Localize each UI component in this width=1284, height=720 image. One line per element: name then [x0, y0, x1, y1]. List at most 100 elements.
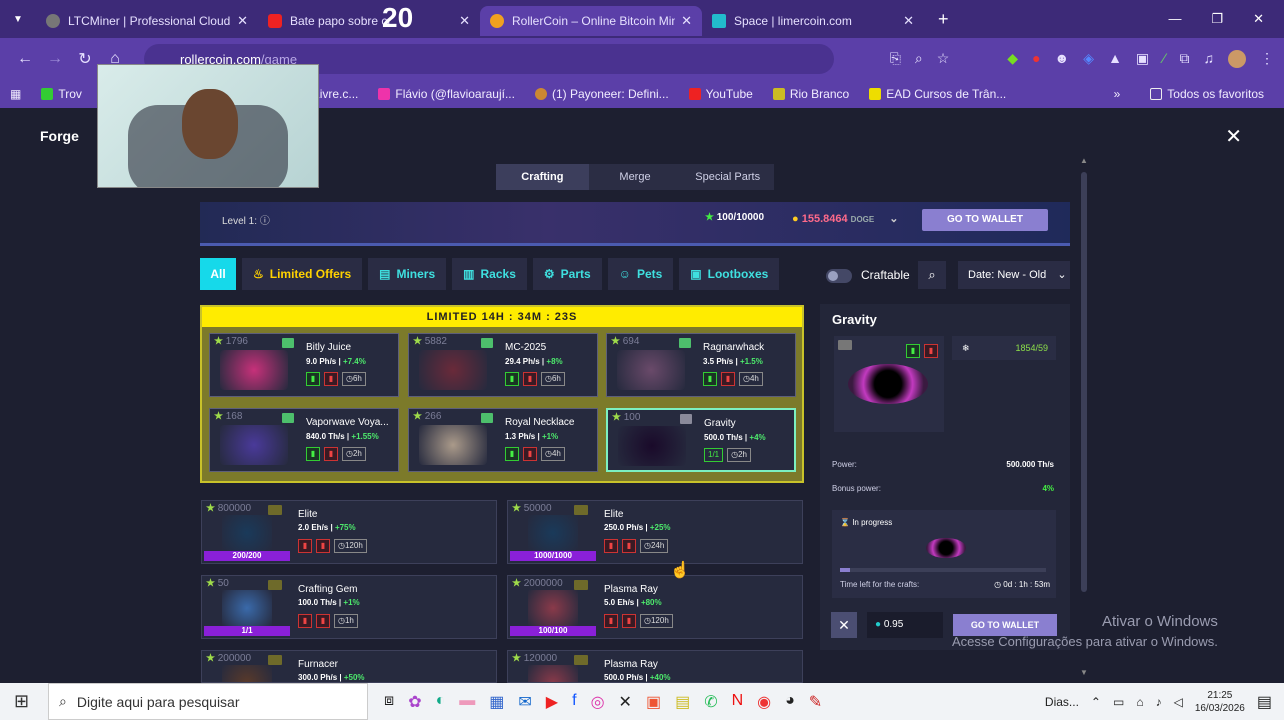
- netflix-icon[interactable]: N: [732, 692, 744, 712]
- filter-miners[interactable]: ▤ Miners: [368, 258, 447, 290]
- extension-icon[interactable]: ▣: [1136, 50, 1149, 68]
- craft-item-card[interactable]: ★ 50000 1000/1000 Elite 250.0 Ph/s | +25…: [507, 500, 803, 564]
- edge-icon[interactable]: ◐: [436, 692, 446, 712]
- craft-item-card[interactable]: ★ 2000000 100/100 Plasma Ray 5.0 Eh/s | …: [507, 575, 803, 639]
- extension-icon[interactable]: ◆: [1007, 50, 1018, 68]
- amount-field[interactable]: ● 0.95: [867, 612, 943, 638]
- coin-icon: ●: [792, 213, 799, 225]
- close-tab-icon[interactable]: ✕: [459, 13, 470, 29]
- limited-item-card[interactable]: ★ 1796 Bitly Juice 9.0 Ph/s | +7.4% ▮ ▮ ◷6…: [209, 333, 399, 397]
- bookmark-item[interactable]: Rio Branco: [772, 87, 849, 101]
- chrome-profile-icon[interactable]: ◕: [785, 692, 795, 712]
- extension-icon[interactable]: ●: [1032, 50, 1040, 68]
- outlook-icon[interactable]: ✉: [518, 692, 531, 712]
- craft-item-card[interactable]: ★ 200000 Furnacer 300.0 Ph/s | +50% ▮▮: [201, 650, 497, 683]
- filter-limited[interactable]: ♨ Limited Offers: [242, 258, 363, 290]
- tab-special-parts[interactable]: Special Parts: [681, 164, 774, 190]
- limited-item-card[interactable]: ★ 5882 MC-2025 29.4 Ph/s | +8% ▮ ▮ ◷6h: [408, 333, 598, 397]
- close-tab-icon[interactable]: ✕: [681, 13, 692, 29]
- task-view-icon[interactable]: ⧈: [384, 692, 394, 712]
- filter-pets[interactable]: ☺ Pets: [607, 258, 674, 290]
- windows-start-icon[interactable]: ⊞: [14, 691, 29, 712]
- apps-icon[interactable]: ▦: [10, 87, 21, 101]
- tab-crafting[interactable]: Crafting: [496, 164, 589, 190]
- file-explorer-icon[interactable]: ▬: [459, 692, 475, 712]
- reload-icon[interactable]: ↻: [70, 49, 100, 69]
- tab-youtube[interactable]: Bate papo sobre cr 20 ✕: [258, 2, 480, 36]
- craft-progress-fill: [840, 568, 850, 572]
- extension-icon[interactable]: ◈: [1083, 50, 1094, 68]
- puzzle-icon[interactable]: ⧉: [1180, 50, 1190, 68]
- bookmark-item[interactable]: Trov: [41, 87, 82, 101]
- craft-progress: 1/1: [204, 626, 290, 636]
- close-forge-icon[interactable]: ✕: [1225, 124, 1242, 149]
- whatsapp-icon[interactable]: ✆: [704, 692, 717, 712]
- limited-item-card[interactable]: ★ 266 Royal Necklace 1.3 Ph/s | +1% ▮ ▮ ◷4…: [408, 408, 598, 472]
- scroll-down-icon[interactable]: ▼: [1080, 668, 1088, 677]
- tab-merge[interactable]: Merge: [589, 164, 682, 190]
- bookmark-item[interactable]: (1) Payoneer: Defini...: [534, 87, 669, 101]
- extension-icon[interactable]: ☻: [1055, 50, 1070, 68]
- item-power: 840.0 Th/s | +1.55%: [306, 432, 379, 441]
- more-bookmarks-icon[interactable]: »: [1114, 87, 1121, 101]
- craftable-toggle[interactable]: [826, 269, 852, 283]
- copilot-icon[interactable]: ✿: [408, 692, 421, 712]
- x-icon[interactable]: ✕: [619, 692, 632, 712]
- tab-rollercoin[interactable]: RollerCoin – Online Bitcoin Min ✕: [480, 6, 702, 36]
- bookmark-item[interactable]: Flávio (@flavioaraují...: [378, 87, 515, 101]
- media-icon[interactable]: ♫: [1204, 50, 1215, 68]
- menu-icon[interactable]: ⋮: [1260, 50, 1274, 68]
- cancel-button[interactable]: ✕: [831, 612, 857, 638]
- store-icon[interactable]: ▦: [489, 692, 504, 712]
- back-icon[interactable]: ←: [10, 50, 40, 68]
- craft-item-card[interactable]: ★ 50 1/1 Crafting Gem 100.0 Th/s | +1% ▮…: [201, 575, 497, 639]
- tab-list-icon[interactable]: ▼: [0, 14, 36, 25]
- battery-icon: ▭: [1112, 694, 1125, 709]
- scroll-up-icon[interactable]: ▲: [1080, 156, 1088, 165]
- new-tab-icon[interactable]: +: [938, 9, 949, 30]
- tab-ltcminer[interactable]: LTCMiner | Professional Cloud M ✕: [36, 6, 258, 36]
- notes-icon[interactable]: ▤: [675, 692, 690, 712]
- bookmark-item[interactable]: YouTube: [688, 87, 753, 101]
- sort-select[interactable]: Date: New - Old ⌄: [958, 261, 1070, 289]
- rack-slot-icon: ▮: [324, 447, 338, 461]
- go-to-wallet-button[interactable]: GO TO WALLET: [922, 209, 1048, 231]
- search-icon[interactable]: ⌕: [918, 261, 946, 289]
- app-icon[interactable]: ▣: [646, 692, 661, 712]
- limited-item-card[interactable]: ★ 168 Vaporwave Voya... 840.0 Th/s | +1.…: [209, 408, 399, 472]
- minimize-icon[interactable]: —: [1168, 11, 1181, 27]
- facebook-icon[interactable]: f: [572, 692, 576, 712]
- weather-text[interactable]: Dias...: [1045, 695, 1079, 709]
- clock[interactable]: 21:25 16/03/2026: [1195, 689, 1245, 715]
- extension-icon[interactable]: ⁄: [1163, 50, 1165, 68]
- filter-lootboxes[interactable]: ▣ Lootboxes: [679, 258, 780, 290]
- limited-item-card[interactable]: ★ 100 Gravity 500.0 Th/s | +4% 1/1 ◷2h: [606, 408, 796, 472]
- bookmark-star-icon[interactable]: ☆: [937, 50, 950, 68]
- window-close-icon[interactable]: ✕: [1253, 11, 1264, 27]
- zoom-icon[interactable]: ⌕: [915, 50, 923, 68]
- filter-racks[interactable]: ▥ Racks: [452, 258, 527, 290]
- close-tab-icon[interactable]: ✕: [237, 13, 248, 29]
- tray-chevron-icon[interactable]: ⌃: [1091, 695, 1101, 709]
- limited-item-card[interactable]: ★ 694 Ragnarwhack 3.5 Ph/s | +1.5% ▮ ▮ ◷4h: [606, 333, 796, 397]
- instagram-icon[interactable]: ◎: [591, 692, 605, 712]
- forward-icon[interactable]: →: [40, 50, 70, 68]
- chrome-icon[interactable]: ◉: [757, 692, 771, 712]
- maximize-icon[interactable]: ❐: [1211, 11, 1223, 27]
- filter-parts[interactable]: ⚙ Parts: [532, 258, 602, 290]
- tab-limercoin[interactable]: Space | limercoin.com ✕: [702, 6, 924, 36]
- filter-all[interactable]: All: [200, 258, 236, 290]
- craft-item-card[interactable]: ★ 120000 Plasma Ray 500.0 Ph/s | +40% ▮▮: [507, 650, 803, 683]
- scrollbar[interactable]: [1081, 172, 1087, 592]
- craft-item-card[interactable]: ★ 800000 200/200 Elite 2.0 Eh/s | +75% ▮…: [201, 500, 497, 564]
- install-icon[interactable]: ⎘: [890, 50, 901, 68]
- youtube-icon[interactable]: ▶: [546, 692, 558, 712]
- notifications-icon[interactable]: ▤: [1257, 692, 1272, 712]
- bookmark-item[interactable]: EAD Cursos de Trân...: [869, 87, 1006, 101]
- all-bookmarks-folder[interactable]: Todos os favoritos: [1150, 87, 1264, 101]
- extension-icon[interactable]: ▲: [1108, 50, 1122, 68]
- taskbar-search[interactable]: ⌕ Digite aqui para pesquisar: [48, 683, 368, 720]
- pin-icon[interactable]: ✎: [809, 692, 822, 712]
- profile-avatar[interactable]: [1228, 50, 1246, 68]
- close-tab-icon[interactable]: ✕: [903, 13, 914, 29]
